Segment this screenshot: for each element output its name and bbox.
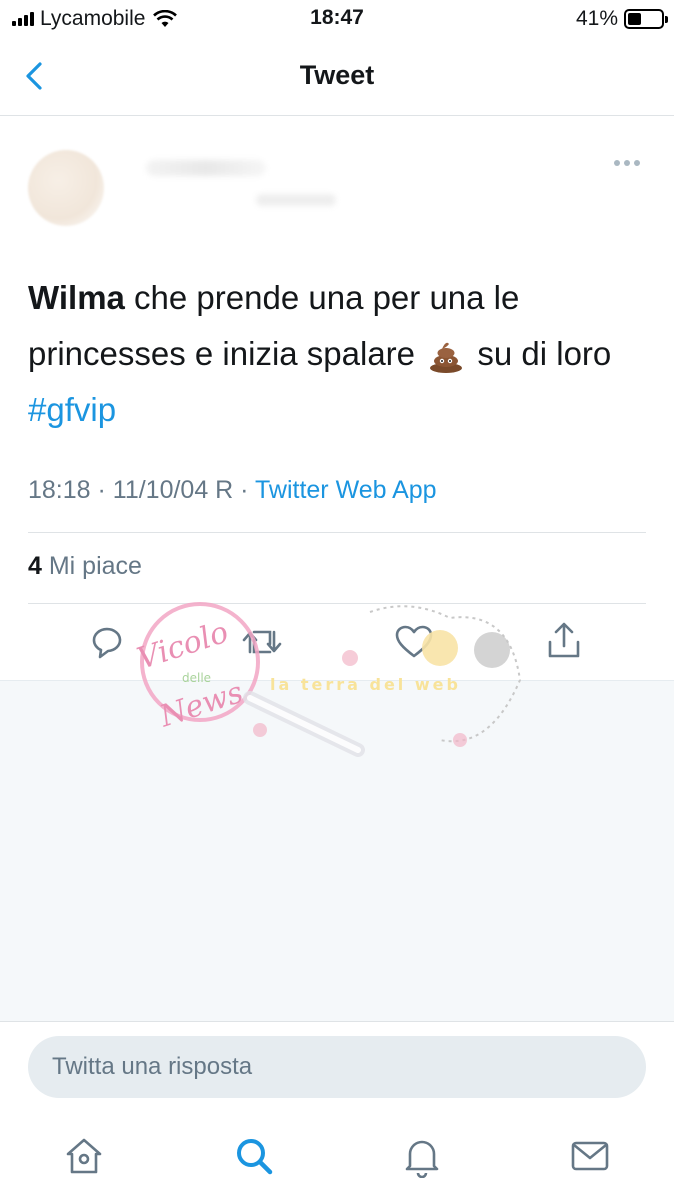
likes-summary[interactable]: 4 Mi piace	[28, 552, 142, 581]
reply-icon[interactable]	[86, 620, 130, 664]
tweet-source-link[interactable]: Twitter Web App	[255, 476, 437, 504]
reply-composer-input[interactable]: Twitta una risposta	[28, 1036, 646, 1098]
blurred-handle	[256, 194, 336, 206]
notifications-bell-icon[interactable]	[400, 1134, 444, 1178]
tweet-meta: 18:18 · 11/10/04 R · Twitter Web App	[28, 476, 437, 505]
status-right: 41%	[575, 7, 668, 31]
battery-cap	[665, 16, 668, 23]
blurred-username	[146, 160, 266, 176]
tweet-text: Wilma che prende una per una le princess…	[28, 270, 628, 438]
reply-placeholder: Twitta una risposta	[52, 1053, 253, 1080]
battery-percent: 41%	[575, 7, 618, 30]
status-time: 18:47	[310, 6, 364, 29]
tab-bar	[0, 1120, 674, 1200]
messages-envelope-icon[interactable]	[568, 1134, 612, 1178]
share-icon[interactable]	[542, 620, 586, 664]
divider	[28, 603, 646, 604]
tweet-timestamp: 18:18 · 11/10/04 R ·	[28, 476, 256, 504]
pile-of-poo-emoji-icon	[430, 343, 463, 374]
mention-name: Wilma	[28, 279, 125, 316]
search-icon[interactable]	[232, 1134, 276, 1178]
hashtag-link[interactable]: #gfvip	[28, 391, 116, 428]
page-title: Tweet	[299, 60, 375, 90]
status-bar: Lycamobile 18:47 41%	[0, 0, 674, 40]
like-heart-icon[interactable]	[392, 620, 436, 664]
home-icon[interactable]	[62, 1134, 106, 1178]
divider	[28, 532, 646, 533]
replies-area	[0, 680, 674, 1022]
tweet-text-part2: su di loro	[468, 335, 612, 372]
likes-count: 4	[28, 552, 42, 580]
battery-icon	[624, 9, 668, 29]
more-options-icon[interactable]	[614, 160, 642, 170]
tweet-actions	[0, 620, 674, 680]
retweet-icon[interactable]	[240, 620, 284, 664]
nav-bar: Tweet	[0, 40, 674, 116]
battery-fill	[628, 13, 642, 25]
avatar[interactable]	[28, 150, 104, 226]
tweet-header	[28, 140, 648, 240]
likes-label: Mi piace	[41, 552, 142, 580]
